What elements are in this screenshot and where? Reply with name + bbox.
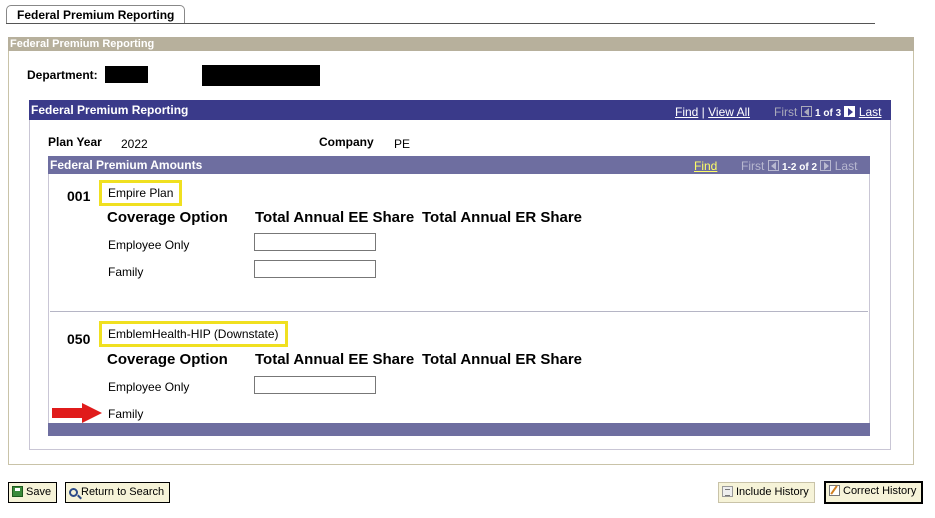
grid-first-label: First <box>774 105 798 119</box>
redacted-department-code <box>105 66 148 83</box>
plan-code: 050 <box>67 331 91 347</box>
correct-history-label: Correct History <box>843 485 917 497</box>
correct-history-button[interactable]: Correct History <box>824 481 924 504</box>
amounts-find-link[interactable]: Find <box>694 159 717 173</box>
save-label: Save <box>26 486 52 498</box>
department-label: Department: <box>27 68 98 82</box>
premium-amounts-title: Federal Premium Amounts <box>50 158 203 172</box>
search-icon <box>69 488 78 497</box>
amounts-previous-icon <box>767 160 779 171</box>
tab-federal-premium-reporting[interactable]: Federal Premium Reporting <box>6 5 186 24</box>
redacted-department-name <box>202 65 320 86</box>
previous-row-icon <box>800 106 812 117</box>
plan-year-label: Plan Year <box>48 135 102 149</box>
next-row-icon[interactable] <box>844 106 856 117</box>
red-arrow-head <box>82 403 102 423</box>
ee-share-header: Total Annual EE Share <box>255 351 415 368</box>
red-arrow-annotation <box>52 408 84 418</box>
coverage-row-label: Family <box>108 265 144 279</box>
coverage-option-header: Coverage Option <box>107 209 228 226</box>
grid-navigation: Find | View All <box>675 102 750 122</box>
amounts-pager: First 1-2 of 2 Last <box>741 157 857 177</box>
company-value: PE <box>394 137 411 151</box>
ee-share-input[interactable] <box>254 376 376 394</box>
amounts-find-area: Find <box>694 157 717 175</box>
grid-last-link[interactable]: Last <box>859 105 882 119</box>
company-label: Company <box>319 135 374 149</box>
er-share-header: Total Annual ER Share <box>422 351 583 368</box>
save-button[interactable]: Save <box>8 482 58 503</box>
ee-share-input[interactable] <box>254 233 376 251</box>
grid-title: Federal Premium Reporting <box>31 103 189 117</box>
coverage-row-label: Employee Only <box>108 380 190 394</box>
plan-name-highlighted: EmblemHealth-HIP (Downstate) <box>99 321 288 347</box>
grid-view-all-link[interactable]: View All <box>708 105 750 119</box>
tab-underline <box>6 23 875 24</box>
er-share-header: Total Annual ER Share <box>422 209 583 226</box>
ee-share-header: Total Annual EE Share <box>255 209 415 226</box>
include-history-button[interactable]: Include History <box>718 482 815 503</box>
grid-pager: First 1 of 3 Last <box>774 102 882 124</box>
history-icon <box>722 486 733 497</box>
coverage-option-header: Coverage Option <box>107 351 228 368</box>
grid-header: Federal Premium Reporting <box>29 100 891 120</box>
return-to-search-label: Return to Search <box>81 486 165 498</box>
include-history-label: Include History <box>736 486 809 498</box>
grid-count: 1 of 3 <box>815 108 842 119</box>
plan-code: 001 <box>67 188 91 204</box>
edit-icon <box>829 485 840 496</box>
page-header: Federal Premium Reporting <box>8 37 914 51</box>
ee-share-input[interactable] <box>254 260 376 278</box>
coverage-row-label: Employee Only <box>108 238 190 252</box>
grid-find-link[interactable]: Find <box>675 105 698 119</box>
return-to-search-button[interactable]: Return to Search <box>65 482 171 503</box>
amounts-next-icon <box>820 160 832 171</box>
save-icon <box>12 486 23 497</box>
amounts-first-label: First <box>741 159 765 173</box>
amounts-count: 1-2 of 2 <box>782 162 818 173</box>
row-separator <box>50 311 868 312</box>
nav-separator: | <box>698 105 709 119</box>
coverage-row-label: Family <box>108 407 144 421</box>
amounts-last-label: Last <box>834 159 858 173</box>
premium-amounts-footer <box>48 423 870 436</box>
plan-year-value: 2022 <box>121 137 148 151</box>
plan-name-highlighted: Empire Plan <box>99 180 183 206</box>
